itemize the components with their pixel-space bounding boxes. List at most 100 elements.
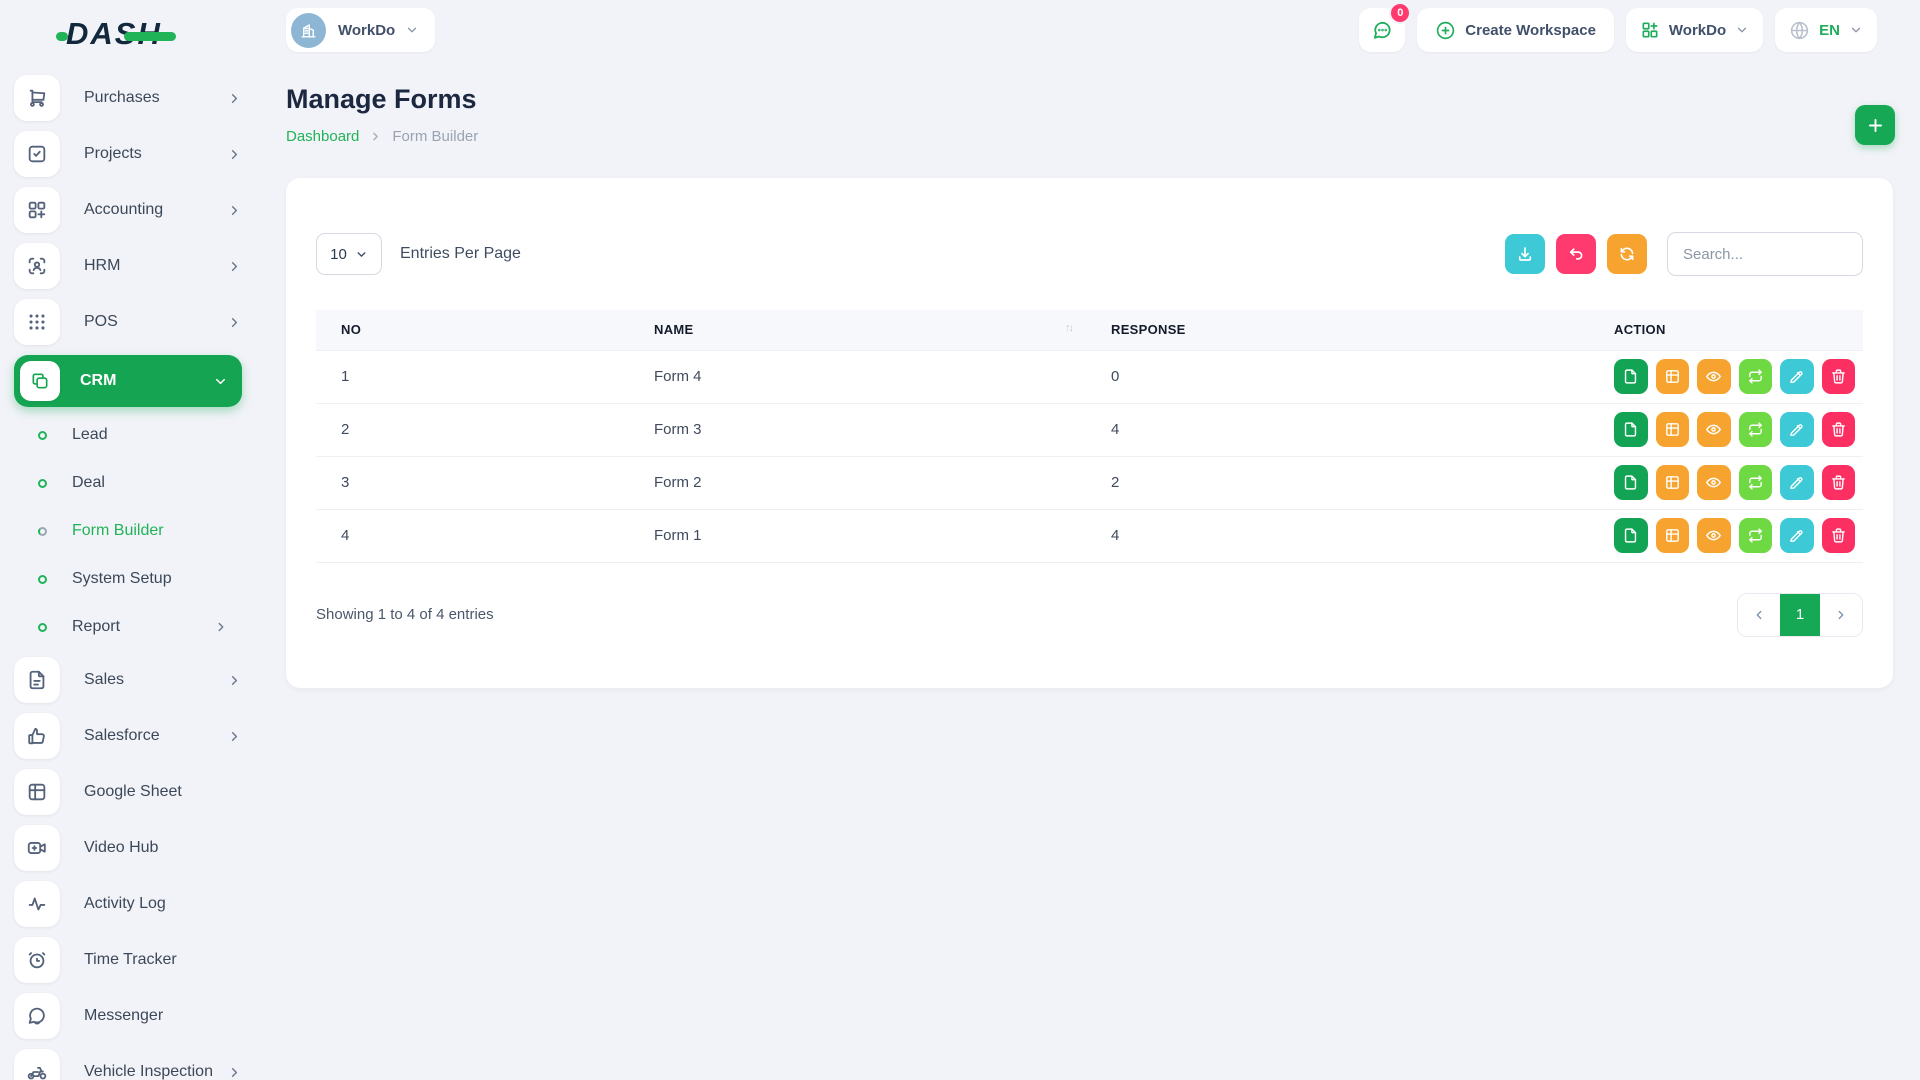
workspace-selector[interactable]: WorkDo (286, 8, 435, 52)
chevron-down-icon (405, 23, 419, 37)
sidebar-item-system-setup[interactable]: System Setup (14, 555, 242, 603)
column-header-name[interactable]: NAME ↑↓ (629, 310, 1086, 350)
sidebar-item-label: HRM (84, 257, 227, 275)
duplicate-button[interactable] (1614, 412, 1648, 447)
app-root: DASH Purchases Projects Accounting (0, 0, 1920, 1080)
delete-button[interactable] (1822, 518, 1856, 553)
workdo-menu-label: WorkDo (1669, 22, 1726, 39)
preview-button[interactable] (1697, 359, 1731, 394)
topbar-actions: 0 Create Workspace WorkDo EN (1359, 8, 1877, 52)
edit-button[interactable] (1780, 359, 1814, 394)
entries-per-page-label: Entries Per Page (400, 245, 521, 263)
sidebar-item-label: POS (84, 313, 227, 331)
pencil-icon (1788, 527, 1805, 544)
page-number-button[interactable]: 1 (1780, 594, 1820, 636)
refresh-button[interactable] (1607, 234, 1647, 274)
entries-button[interactable] (1656, 465, 1690, 500)
sidebar-item-form-builder[interactable]: Form Builder (14, 507, 242, 555)
entries-button[interactable] (1656, 412, 1690, 447)
export-button[interactable] (1505, 234, 1545, 274)
entries-button[interactable] (1656, 518, 1690, 553)
create-workspace-button[interactable]: Create Workspace (1417, 8, 1614, 52)
sidebar-item-label: Purchases (84, 89, 227, 107)
sidebar-item-crm[interactable]: CRM (14, 355, 242, 407)
delete-button[interactable] (1822, 465, 1856, 500)
next-page-button[interactable] (1820, 594, 1862, 636)
file-icon (14, 657, 60, 703)
messages-button[interactable]: 0 (1359, 8, 1405, 52)
edit-button[interactable] (1780, 465, 1814, 500)
preview-button[interactable] (1697, 465, 1731, 500)
repeat-icon (1747, 474, 1764, 491)
chevron-down-icon (1735, 23, 1749, 37)
circle-bullet-icon (38, 527, 47, 536)
convert-button[interactable] (1739, 465, 1773, 500)
duplicate-button[interactable] (1614, 518, 1648, 553)
row-actions (1614, 465, 1855, 500)
chevron-left-icon (1752, 608, 1766, 622)
duplicate-button[interactable] (1614, 359, 1648, 394)
breadcrumb-dashboard-link[interactable]: Dashboard (286, 128, 359, 145)
sidebar-item-purchases[interactable]: Purchases (14, 75, 242, 121)
sidebar-item-sales[interactable]: Sales (14, 657, 242, 703)
file-icon (1622, 368, 1639, 385)
duplicate-button[interactable] (1614, 465, 1648, 500)
motorcycle-icon (14, 1049, 60, 1080)
language-selector[interactable]: EN (1775, 8, 1877, 52)
delete-button[interactable] (1822, 359, 1856, 394)
activity-icon (14, 881, 60, 927)
sidebar-item-vehicle-inspection[interactable]: Vehicle Inspection (14, 1049, 242, 1080)
entries-button[interactable] (1656, 359, 1690, 394)
sidebar-subitem-label: Lead (72, 426, 242, 444)
convert-button[interactable] (1739, 518, 1773, 553)
entries-per-page-select[interactable]: 10 (316, 233, 382, 275)
edit-button[interactable] (1780, 412, 1814, 447)
search-input[interactable] (1667, 232, 1863, 276)
trash-icon (1830, 527, 1847, 544)
sidebar-item-label: Video Hub (84, 839, 242, 857)
sidebar-item-report[interactable]: Report (14, 603, 242, 651)
sidebar-item-time-tracker[interactable]: Time Tracker (14, 937, 242, 983)
circle-bullet-icon (38, 575, 47, 584)
preview-button[interactable] (1697, 412, 1731, 447)
workdo-menu-button[interactable]: WorkDo (1626, 8, 1763, 52)
sidebar-item-label: Google Sheet (84, 783, 242, 801)
sidebar-item-activity-log[interactable]: Activity Log (14, 881, 242, 927)
chevron-right-icon (227, 203, 242, 218)
sidebar-item-projects[interactable]: Projects (14, 131, 242, 177)
column-header-no[interactable]: NO (316, 310, 629, 350)
table-footer: Showing 1 to 4 of 4 entries 1 (316, 593, 1863, 637)
delete-button[interactable] (1822, 412, 1856, 447)
sidebar-item-video-hub[interactable]: Video Hub (14, 825, 242, 871)
sidebar-item-label: Accounting (84, 201, 227, 219)
sidebar-item-hrm[interactable]: HRM (14, 243, 242, 289)
preview-button[interactable] (1697, 518, 1731, 553)
message-icon (14, 993, 60, 1039)
cell-response: 4 (1086, 509, 1589, 562)
table-row: 2 Form 3 4 (316, 403, 1863, 456)
sidebar-item-deal[interactable]: Deal (14, 459, 242, 507)
sort-icon[interactable]: ↑↓ (1065, 322, 1072, 334)
sidebar-item-lead[interactable]: Lead (14, 411, 242, 459)
grid-plus-icon (1640, 20, 1660, 40)
chevron-right-icon (227, 673, 242, 688)
edit-button[interactable] (1780, 518, 1814, 553)
previous-page-button[interactable] (1738, 594, 1780, 636)
copy-icon (20, 361, 60, 401)
sidebar-item-pos[interactable]: POS (14, 299, 242, 345)
sidebar-item-label: Salesforce (84, 727, 227, 745)
sidebar-item-salesforce[interactable]: Salesforce (14, 713, 242, 759)
cell-response: 0 (1086, 350, 1589, 403)
column-header-response[interactable]: RESPONSE (1086, 310, 1589, 350)
showing-entries-text: Showing 1 to 4 of 4 entries (316, 606, 494, 623)
trash-icon (1830, 421, 1847, 438)
convert-button[interactable] (1739, 412, 1773, 447)
circle-bullet-icon (38, 623, 47, 632)
add-form-button[interactable] (1855, 105, 1895, 145)
sidebar-item-messenger[interactable]: Messenger (14, 993, 242, 1039)
row-actions (1614, 359, 1855, 394)
sidebar-item-google-sheet[interactable]: Google Sheet (14, 769, 242, 815)
convert-button[interactable] (1739, 359, 1773, 394)
sidebar-item-accounting[interactable]: Accounting (14, 187, 242, 233)
reset-button[interactable] (1556, 234, 1596, 274)
